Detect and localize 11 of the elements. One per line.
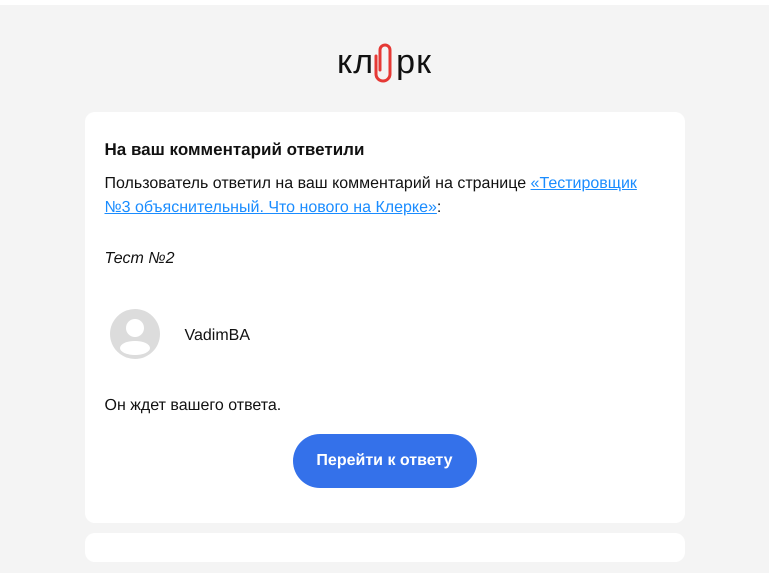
author-name: VadimBA: [184, 326, 250, 346]
waiting-text: Он ждет вашего ответа.: [104, 396, 282, 416]
article-link[interactable]: «Тестировщик: [530, 175, 637, 192]
logo-text: рк: [396, 45, 432, 79]
notification-text: Пользователь ответил на ваш комментарий на странице «Тестировщик №3 объяснительный. Что нового на Клерке»:: [104, 174, 638, 218]
avatar-icon: [110, 309, 160, 359]
logo-text: кл: [337, 45, 374, 79]
comment-text: Тест №2: [104, 249, 176, 269]
reply-button[interactable]: Перейти к ответу: [292, 434, 476, 488]
article-link[interactable]: №3 объяснительный. Что нового на Клерке»: [104, 199, 437, 216]
notification-title: На ваш комментарий ответили: [104, 139, 366, 161]
